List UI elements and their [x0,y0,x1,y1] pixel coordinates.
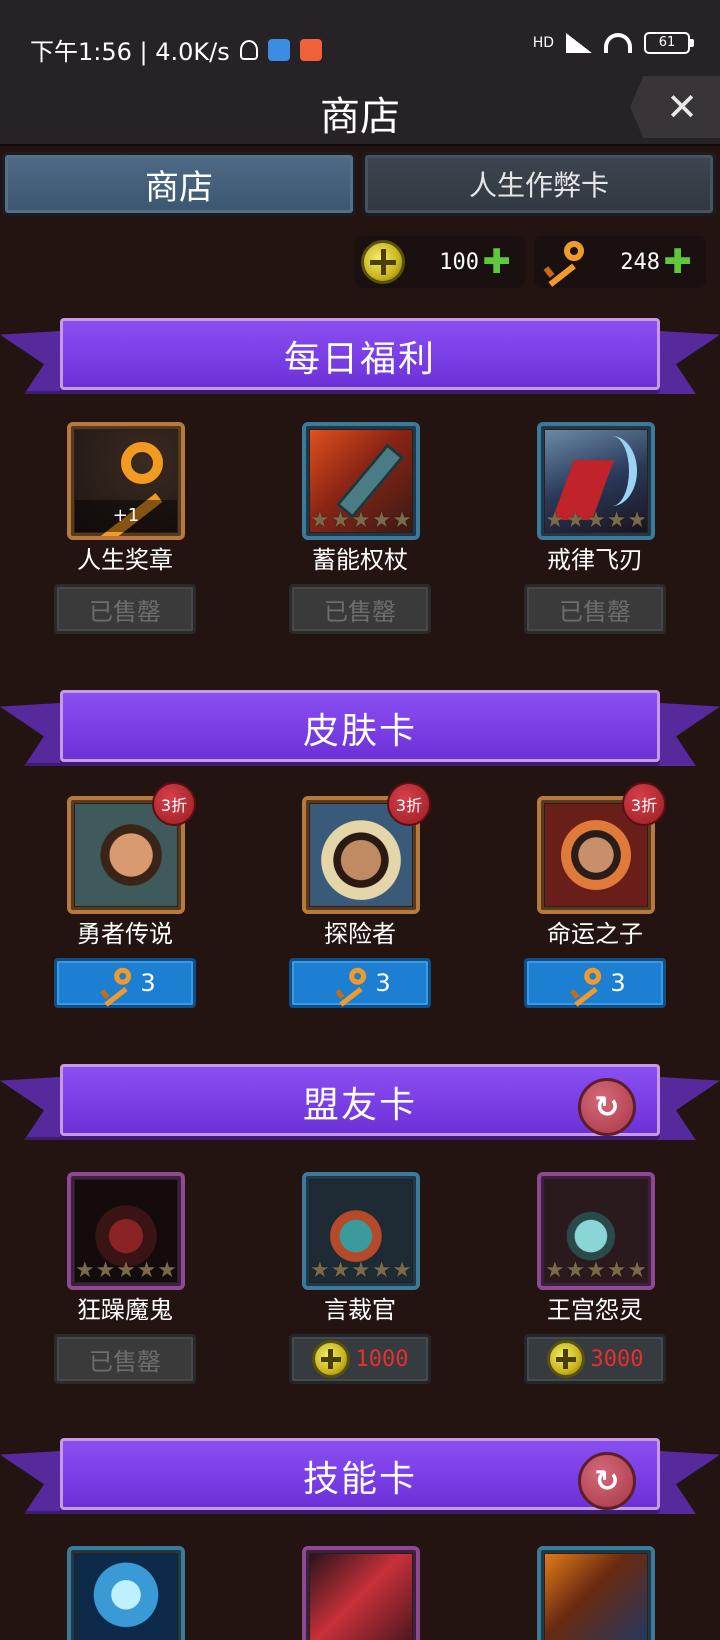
price-label: 3 [610,969,626,997]
buy-with-keys-button[interactable]: 3 [54,958,196,1008]
item-frame: +1 [67,422,185,540]
buy-with-medals-button[interactable]: 1000 [289,1334,431,1384]
item-name: 蓄能权杖 [312,546,408,574]
star-icon: ★ [545,508,565,533]
star-rating: ★ ★ ★ ★ ★ [75,1258,177,1283]
skill-art [75,1554,177,1640]
buy-with-keys-button[interactable]: 3 [289,958,431,1008]
section-title: 皮肤卡 [302,711,417,752]
item-frame [537,1546,655,1640]
sold-out-button[interactable]: 已售罄 [524,584,666,634]
close-icon: ✕ [666,85,698,129]
tab-cheat-cards[interactable]: 人生作弊卡 [362,152,716,216]
price-label: 3 [375,969,391,997]
sold-out-button[interactable]: 已售罄 [54,1334,196,1384]
section-title: 盟友卡 [302,1085,417,1126]
discount-badge: 3折 [622,782,666,826]
star-icon: ★ [310,508,330,533]
status-left: 下午1:56 | 4.0K/s [30,32,322,67]
buy-with-medals-button[interactable]: 3000 [524,1334,666,1384]
key-icon [98,966,134,1007]
item-frame: ★ ★ ★ ★ ★ [302,422,420,540]
refresh-button[interactable]: ↻ [578,1452,636,1510]
item-name: 勇者传说 [77,920,173,948]
star-icon: ★ [75,1258,95,1283]
item-name: 狂躁魔鬼 [77,1296,173,1324]
item-name: 命运之子 [547,920,643,948]
shop-item-skill-3[interactable] [520,1546,670,1640]
star-rating: ★ ★ ★ ★ ★ [310,1258,412,1283]
medal-icon [361,240,405,284]
skill-art [545,1554,647,1640]
refresh-icon: ↻ [594,1089,620,1125]
key-icon [333,966,369,1007]
header: 商店 ✕ [0,70,720,146]
price-label: 1000 [355,1346,409,1372]
section-banner-skills: 技能卡 ↻ [0,1430,720,1522]
item-frame: ★ ★ ★ ★ ★ [537,1172,655,1290]
medal-icon [311,1340,350,1378]
item-name: 探险者 [324,920,396,948]
section-title: 每日福利 [283,339,436,380]
buy-with-keys-button[interactable]: 3 [524,958,666,1008]
add-medals-button[interactable]: ✚ [483,245,512,279]
star-rating: ★ ★ ★ ★ ★ [310,508,412,533]
shop-item-skill-1[interactable] [50,1546,200,1640]
star-rating: ★ ★ ★ ★ ★ [545,1258,647,1283]
refresh-icon: ↻ [594,1463,620,1499]
key-counter: 248 ✚ [534,236,706,288]
sold-out-button[interactable]: 已售罄 [54,584,196,634]
status-time-speed: 下午1:56 | 4.0K/s [30,38,230,66]
tab-shop[interactable]: 商店 [2,152,356,216]
item-name: 王宫怨灵 [547,1296,643,1324]
star-rating: ★ ★ ★ ★ ★ [545,508,647,533]
item-quantity: +1 [75,500,177,532]
close-button[interactable]: ✕ [630,76,720,138]
refresh-button[interactable]: ↻ [578,1078,636,1136]
section-banner-allies: 盟友卡 ↻ [0,1056,720,1148]
key-icon [568,966,604,1007]
item-name: 戒律飞刃 [547,546,643,574]
item-name: 言裁官 [324,1296,396,1324]
notification-icon [299,38,322,61]
add-keys-button[interactable]: ✚ [664,245,693,279]
medal-counter: 100 ✚ [355,236,525,288]
section-banner-skins: 皮肤卡 [0,682,720,774]
network-label: HD [532,35,554,51]
discount-badge: 3折 [387,782,431,826]
item-frame [67,1546,185,1640]
status-right: HD 61 [532,32,694,54]
medal-icon [546,1340,585,1378]
battery-icon: 61 [644,32,694,54]
key-icon [540,239,586,287]
wifi-icon [604,33,632,53]
app-icon [267,38,290,61]
signal-icon [566,33,592,53]
medal-count: 100 [439,249,479,275]
page-title: 商店 [320,94,400,140]
item-frame: ★ ★ ★ ★ ★ [67,1172,185,1290]
price-label: 3000 [590,1346,644,1372]
sold-out-button[interactable]: 已售罄 [289,584,431,634]
item-frame: ★ ★ ★ ★ ★ [537,422,655,540]
item-name: 人生奖章 [77,546,173,574]
discount-badge: 3折 [152,782,196,826]
star-icon: ★ [310,1258,330,1283]
section-title: 技能卡 [302,1459,417,1500]
skill-art [310,1554,412,1640]
section-banner-daily: 每日福利 [0,310,720,402]
star-icon: ★ [545,1258,565,1283]
mute-icon [239,39,258,60]
key-count: 248 [620,249,660,275]
item-frame: ★ ★ ★ ★ ★ [302,1172,420,1290]
tab-bar: 商店 人生作弊卡 [0,152,720,218]
shop-item-skill-2[interactable] [285,1546,435,1640]
item-frame [302,1546,420,1640]
price-label: 3 [140,969,156,997]
